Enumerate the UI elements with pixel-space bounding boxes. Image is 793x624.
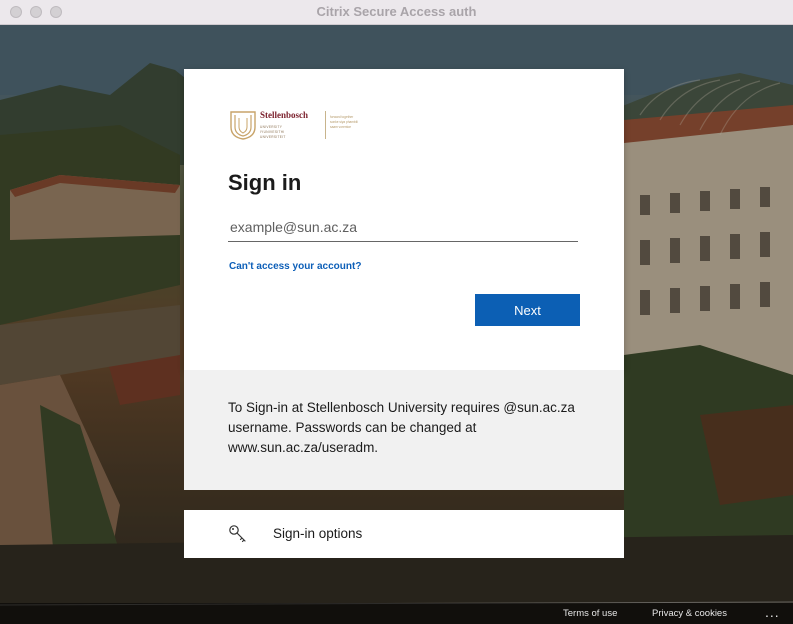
footer-bar: Terms of use Privacy & cookies ...	[0, 603, 793, 624]
more-options-button[interactable]: ...	[765, 604, 780, 620]
logo-sub-line: IYUNIVESITHI	[260, 130, 285, 134]
logo-tagline: sonke siya phambili	[330, 120, 358, 124]
logo-sub-line: UNIVERSITY	[260, 125, 283, 129]
logo-divider	[325, 111, 326, 139]
signin-options-button[interactable]: Sign-in options	[184, 510, 624, 558]
crest-icon	[230, 111, 256, 140]
info-box: To Sign-in at Stellenbosch University re…	[184, 370, 624, 490]
logo-sub-line: UNIVERSITEIT	[260, 135, 286, 139]
email-field[interactable]	[228, 212, 578, 242]
privacy-cookies-link[interactable]: Privacy & cookies	[652, 608, 727, 619]
logo-tagline: forward together	[330, 115, 354, 119]
title-bar: Citrix Secure Access auth	[0, 0, 793, 25]
logo-name: Stellenbosch	[260, 110, 309, 120]
stellenbosch-logo: Stellenbosch UNIVERSITY IYUNIVESITHI UNI…	[228, 109, 408, 151]
logo-tagline: saam vorentoe	[330, 125, 352, 129]
page-title: Sign in	[228, 170, 302, 195]
info-text: To Sign-in at Stellenbosch University re…	[228, 400, 575, 455]
key-icon	[229, 525, 246, 543]
signin-options-label: Sign-in options	[273, 526, 363, 541]
window-title: Citrix Secure Access auth	[316, 4, 477, 19]
terms-of-use-link[interactable]: Terms of use	[563, 608, 617, 619]
cant-access-account-link[interactable]: Can't access your account?	[229, 261, 361, 272]
signin-card: Stellenbosch UNIVERSITY IYUNIVESITHI UNI…	[184, 69, 624, 370]
next-button[interactable]: Next	[475, 294, 580, 326]
app-window: Citrix Secure Access auth Stellenbosch U…	[0, 0, 793, 624]
